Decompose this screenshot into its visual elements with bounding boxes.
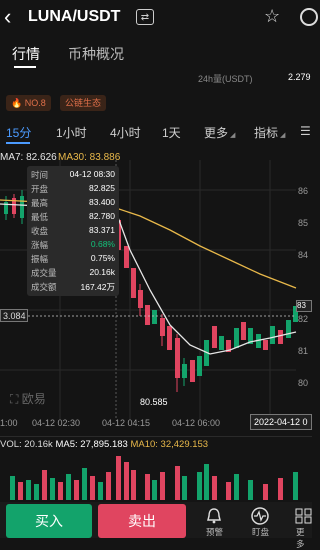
category-badge[interactable]: 公链生态	[60, 95, 107, 111]
bell-icon[interactable]	[204, 507, 224, 525]
swap-icon[interactable]: ⇄	[136, 9, 154, 25]
timeframe-4h[interactable]: 4小时	[110, 124, 141, 141]
triangle-icon: ◢	[228, 132, 236, 139]
grid-icon[interactable]	[294, 507, 314, 525]
timeframe-1d[interactable]: 1天	[162, 124, 181, 141]
vol-value: VOL: 20.16k	[0, 439, 53, 450]
popup-label: 涨幅	[31, 240, 49, 250]
popup-value: 0.68%	[90, 239, 115, 249]
rank-badge-label: NO.8	[24, 98, 46, 108]
x-tick: 04-12 02:30	[32, 418, 81, 428]
axis-price: 80	[298, 378, 309, 388]
axis-price: 84	[298, 250, 309, 260]
popup-value: 82.825	[89, 183, 115, 193]
crosshair-date: 2022-04-12 0	[250, 414, 312, 430]
star-icon[interactable]: ☆	[264, 6, 280, 27]
vol-ma10: MA10: 32,429.153	[130, 439, 209, 450]
settings-icon[interactable]: ☰	[300, 124, 311, 138]
axis-price: 85	[298, 218, 309, 228]
main-tabs: 行情 币种概况	[0, 40, 312, 70]
current-price-tag: 83	[296, 300, 312, 312]
alert-label[interactable]: 预警	[206, 526, 223, 538]
vol24-label: 24h量(USDT)	[198, 74, 253, 84]
popup-label: 成交额	[31, 282, 57, 292]
popup-label: 时间	[31, 170, 49, 180]
popup-label: 开盘	[31, 184, 49, 194]
chevron-left-icon[interactable]: ‹	[4, 5, 20, 29]
volume-divider	[0, 436, 312, 437]
x-tick: 04-12 06:00	[172, 418, 221, 428]
popup-value: 83.371	[89, 225, 115, 235]
left-price-label: 3.084	[0, 309, 28, 322]
header-bar: ‹ LUNA/USDT ⇄ ☆	[0, 0, 318, 36]
volume-bars	[10, 456, 298, 500]
tab-active-underline	[14, 66, 36, 68]
more-label[interactable]: 更多	[296, 526, 312, 550]
timeframe-underline	[6, 142, 30, 144]
axis-price: 81	[298, 346, 309, 356]
popup-value: 04-12 08:30	[69, 169, 115, 179]
timeframe-more[interactable]: 更多 ◢	[204, 124, 235, 141]
pulse-icon[interactable]	[250, 507, 270, 525]
expand-icon[interactable]: ⛶	[10, 392, 18, 406]
buy-button[interactable]: 买入	[6, 504, 92, 538]
popup-value: 83.400	[89, 197, 115, 207]
popup-value: 167.42万	[80, 282, 116, 292]
popup-value: 0.75%	[90, 253, 115, 263]
rank-badge[interactable]: 🔥 NO.8	[6, 95, 51, 111]
logo-text: 欧易	[21, 392, 46, 406]
tab-market[interactable]: 行情	[12, 44, 40, 64]
popup-label: 最高	[31, 198, 49, 208]
volume-legend: VOL: 20.16k MA5: 27,895.183 MA10: 32,429…	[0, 439, 208, 450]
popup-label: 成交量	[31, 268, 57, 278]
low-price-label: 80.585	[140, 397, 168, 407]
candle-info-popup: 时间 04-12 08:30 开盘 82.825 最高 83.400 最低 82…	[27, 166, 119, 296]
pair-title[interactable]: LUNA/USDT	[28, 8, 120, 26]
popup-label: 振幅	[31, 254, 49, 264]
popup-value: 82.780	[89, 211, 115, 221]
watermark-logo: ⛶ 欧易	[10, 390, 46, 407]
axis-price: 86	[298, 186, 309, 196]
indicator-button[interactable]: 指标 ◢	[254, 124, 285, 141]
x-tick: 04-12 04:15	[102, 418, 151, 428]
triangle-icon: ◢	[278, 132, 286, 139]
timeframe-1h[interactable]: 1小时	[56, 124, 87, 141]
popup-value: 20.16k	[89, 267, 115, 277]
timeframe-more-label: 更多	[204, 126, 229, 140]
vol-ma5: MA5: 27,895.183	[55, 439, 128, 450]
axis-price: 82	[298, 314, 309, 324]
popup-label: 最低	[31, 212, 49, 222]
vol24-value: 2.279	[288, 72, 311, 82]
fire-icon: 🔥	[11, 98, 23, 108]
tab-overview[interactable]: 币种概况	[68, 44, 124, 64]
timeframe-15m[interactable]: 15分	[6, 124, 31, 141]
share-icon[interactable]	[300, 8, 318, 26]
watch-label[interactable]: 盯盘	[252, 526, 269, 538]
x-tick: 1:00	[0, 418, 18, 428]
sell-button[interactable]: 卖出	[98, 504, 186, 538]
indicator-label: 指标	[254, 126, 279, 140]
popup-label: 收盘	[31, 226, 49, 236]
